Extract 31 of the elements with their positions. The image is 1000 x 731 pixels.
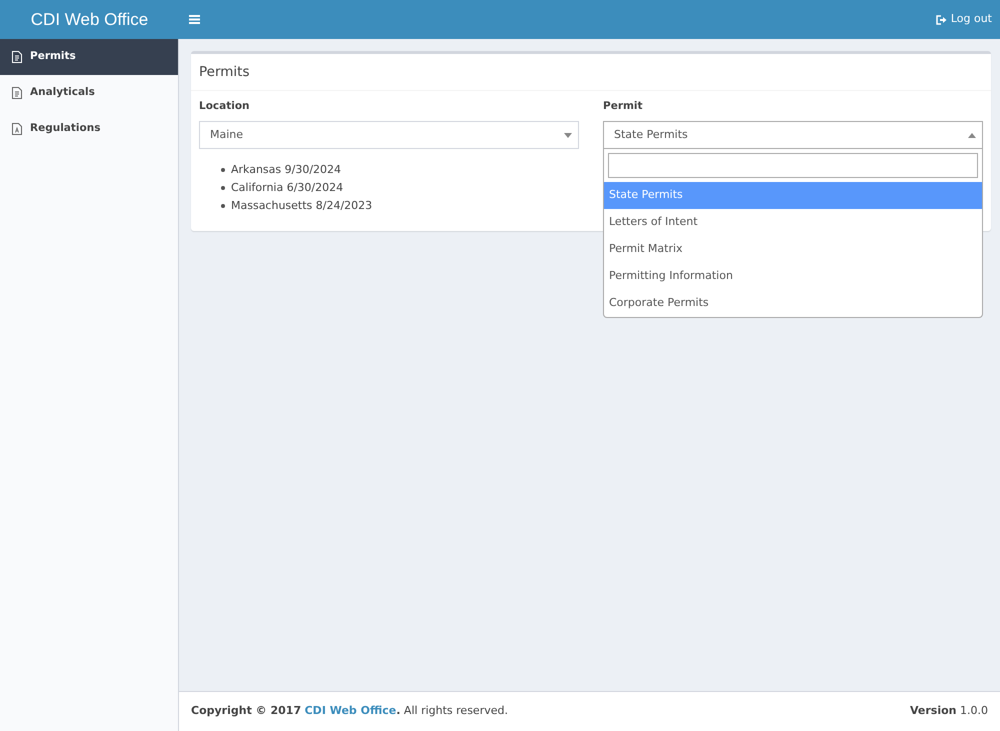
sidebar-item[interactable]: Permits [0,39,178,75]
bullet-icon [221,204,225,208]
search-field[interactable] [608,153,978,178]
bullet-icon [221,186,225,190]
app-logo[interactable]: CDI Web Office [30,10,148,29]
version-text: Version 1.0.0 [910,703,988,720]
location-list-item: Massachusetts 8/24/2023 [231,198,372,214]
permit-label: Permit [603,100,643,112]
logout-icon [936,14,947,24]
sidebar-item[interactable]: Analyticals [0,75,178,111]
location-list-item: California 6/30/2024 [231,180,344,196]
dropdown-option[interactable]: Permit Matrix [604,236,982,263]
caret-icon [564,132,572,138]
sidebar-item[interactable]: Regulations [0,111,178,147]
location-label: Location [199,100,250,112]
document-icon [12,87,22,99]
pdf-file-icon [12,123,22,135]
location-list-item: Arkansas 9/30/2024 [231,162,342,178]
panel-title: Permits [199,64,250,80]
dropdown-option[interactable]: Corporate Permits [604,290,982,317]
logout-link[interactable]: Log out [936,11,992,28]
footer-link[interactable]: CDI Web Office [304,704,396,718]
permit-select[interactable]: State Permits [603,121,983,149]
dropdown-option[interactable]: Permitting Information [604,263,982,290]
caret-icon [968,132,976,138]
bullet-icon [221,168,225,172]
copyright-text: Copyright © 2017 CDI Web Office. All rights reserved. [191,703,508,720]
location-select[interactable]: Maine [199,121,579,149]
dropdown-option[interactable]: Letters of Intent [604,209,982,236]
menu-icon[interactable] [189,14,200,24]
document-icon [12,51,22,63]
